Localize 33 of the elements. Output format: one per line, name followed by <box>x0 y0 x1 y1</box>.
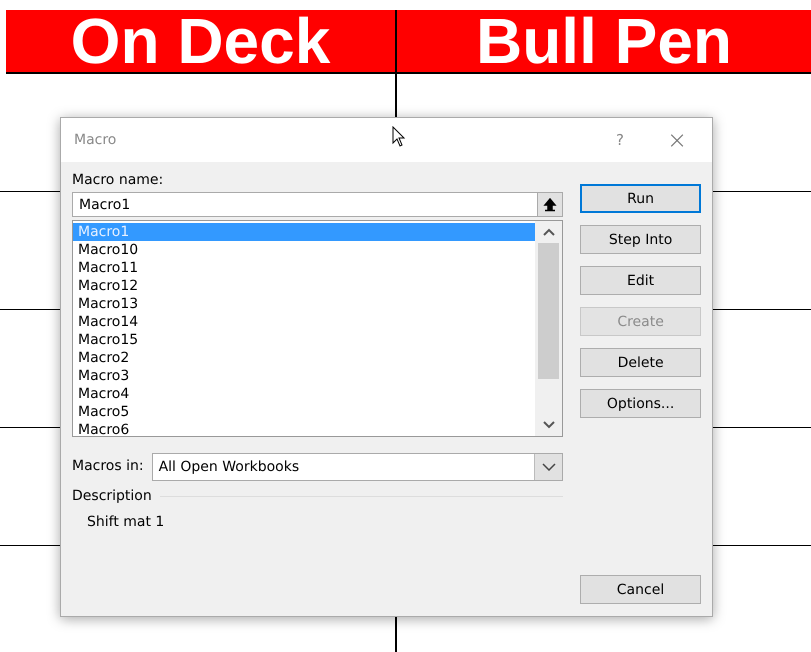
list-item[interactable]: Macro15 <box>73 331 536 349</box>
dialog-button[interactable]: Delete <box>580 348 701 377</box>
scrollbar-thumb[interactable] <box>538 243 560 379</box>
list-item[interactable]: Macro13 <box>73 295 536 313</box>
help-button[interactable]: ? <box>598 131 642 149</box>
list-item[interactable]: Macro12 <box>73 277 536 295</box>
list-item[interactable]: Macro2 <box>73 349 536 367</box>
field-label: Macro name: <box>72 171 164 190</box>
list-item[interactable]: Macro4 <box>73 385 536 403</box>
window-title: Macro <box>74 132 116 148</box>
list-item[interactable]: Macro3 <box>73 367 536 385</box>
macro-list[interactable]: Macro1 Macro10 Macro11 Macro12 Macro13 Macro14 Macro15 Macro2 Macro3 Macro4 Macro5 Macro6 <box>72 220 564 437</box>
macros-in-dropdown[interactable]: All Open Workbooks <box>152 453 564 481</box>
close-button[interactable]: × <box>642 126 712 154</box>
dialog-button[interactable]: Edit <box>580 266 701 295</box>
column-header: Bull Pen <box>474 10 734 72</box>
field-label: Macros in: <box>72 457 144 476</box>
list-item[interactable]: Macro5 <box>73 403 536 421</box>
cursor-icon <box>392 126 406 148</box>
cancel-button[interactable]: Cancel <box>580 575 701 604</box>
list-item[interactable]: Macro6 <box>73 421 536 439</box>
upload-icon[interactable] <box>537 192 564 217</box>
dialog-button[interactable]: Options... <box>580 389 701 418</box>
description-text: Shift mat 1 <box>87 514 166 530</box>
dialog-button[interactable]: Run <box>580 184 701 213</box>
list-item[interactable]: Macro14 <box>73 313 536 331</box>
chevron-down-icon <box>542 463 556 471</box>
dialog-button[interactable]: Step Into <box>580 225 701 254</box>
column-header: On Deck <box>6 10 397 72</box>
list-item[interactable]: Macro10 <box>73 241 536 259</box>
macro-name-field[interactable]: Macro1 <box>72 192 538 217</box>
group-label: Description <box>72 488 152 504</box>
list-item[interactable]: Macro11 <box>73 259 536 277</box>
